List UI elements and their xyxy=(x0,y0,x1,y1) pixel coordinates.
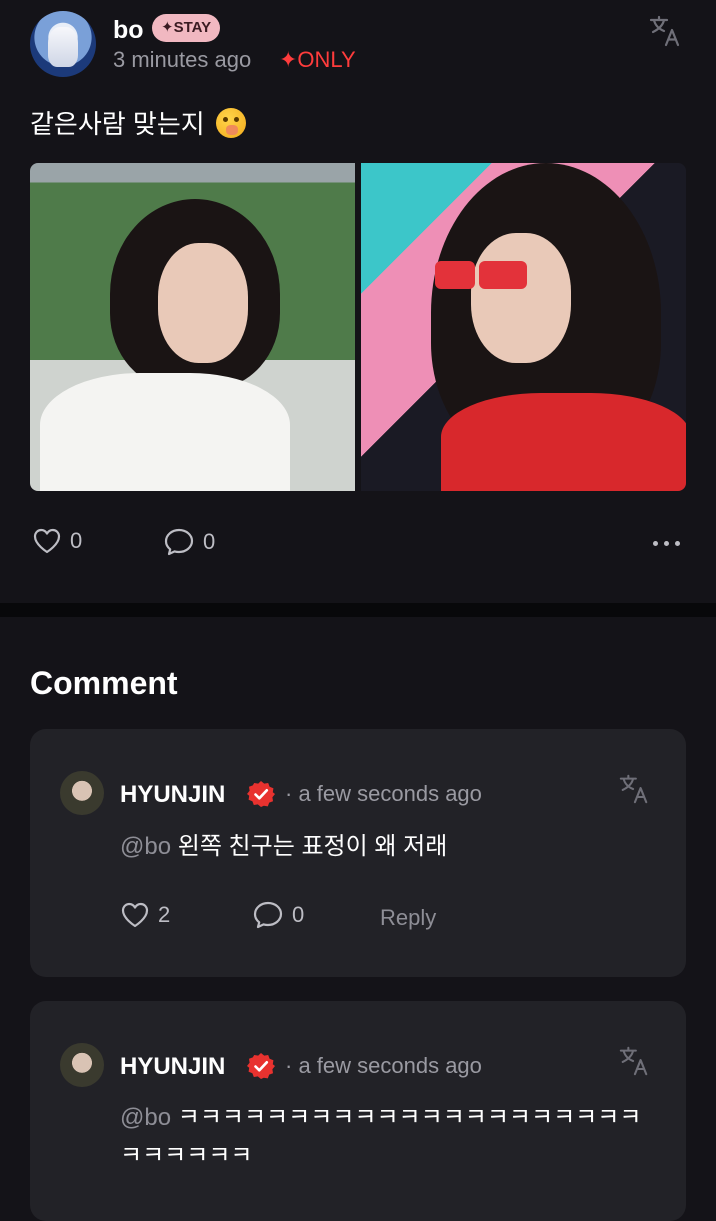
red-sunglasses xyxy=(435,261,475,289)
comment-text: @bo 왼쪽 친구는 표정이 왜 저래 xyxy=(120,828,650,866)
post-photo-left[interactable] xyxy=(30,163,355,491)
reply-button[interactable]: Reply xyxy=(380,905,436,931)
heart-icon xyxy=(121,902,149,928)
avatar[interactable] xyxy=(60,1043,104,1087)
comment-author[interactable]: HYUNJIN xyxy=(120,1053,225,1081)
dot xyxy=(675,541,680,546)
post-username[interactable]: bo xyxy=(113,16,144,45)
audience-label: ✦ONLY xyxy=(279,47,356,72)
like-count: 0 xyxy=(70,528,83,553)
translate-icon[interactable] xyxy=(618,773,650,805)
comment-bubble-icon xyxy=(253,901,283,929)
post-card: bo ✦STAY 3 minutes ago ✦ONLY 같은사람 맞는지 0 xyxy=(0,0,716,603)
post-actions: 0 0 xyxy=(0,527,716,563)
avatar[interactable] xyxy=(30,11,96,77)
comment-heading: Comment xyxy=(30,665,178,701)
section-divider xyxy=(0,603,716,617)
comment-bubble-icon xyxy=(164,528,194,556)
comment-button[interactable]: 0 xyxy=(163,527,215,557)
comment-text: @bo ㅋㅋㅋㅋㅋㅋㅋㅋㅋㅋㅋㅋㅋㅋㅋㅋㅋㅋㅋㅋㅋㅋㅋㅋㅋㅋㅋ xyxy=(120,1099,650,1175)
photo-figure-shirt xyxy=(441,393,686,491)
translate-icon[interactable] xyxy=(648,14,682,48)
post-time: 3 minutes ago xyxy=(113,47,252,72)
comment-card: HYUNJIN · a few seconds ago @bo ㅋㅋㅋㅋㅋㅋㅋㅋ… xyxy=(30,1001,686,1221)
comment-section: Comment HYUNJIN · a few seconds ago @bo … xyxy=(0,617,716,1221)
comment-like-count: 2 xyxy=(158,902,171,927)
translate-icon[interactable] xyxy=(618,1045,650,1077)
comment-time: · a few seconds ago xyxy=(285,781,482,806)
dot xyxy=(664,541,669,546)
comment-card: HYUNJIN · a few seconds ago @bo 왼쪽 친구는 표… xyxy=(30,729,686,977)
heart-icon xyxy=(33,528,61,554)
mention[interactable]: @bo xyxy=(120,1104,171,1131)
comment-reply-count-button[interactable]: 0 xyxy=(252,900,304,930)
photo-figure-face xyxy=(158,243,248,363)
mention[interactable]: @bo xyxy=(120,833,171,860)
post-text: 같은사람 맞는지 xyxy=(30,104,246,141)
dot xyxy=(653,541,658,546)
comment-author[interactable]: HYUNJIN xyxy=(120,781,225,809)
verified-badge-icon xyxy=(247,781,275,807)
comment-body: 왼쪽 친구는 표정이 왜 저래 xyxy=(177,833,448,860)
verified-badge-icon xyxy=(247,1053,275,1079)
post-text-content: 같은사람 맞는지 xyxy=(30,109,205,139)
photo-figure-shirt xyxy=(40,373,290,491)
red-sunglasses xyxy=(479,261,527,289)
comment-body: ㅋㅋㅋㅋㅋㅋㅋㅋㅋㅋㅋㅋㅋㅋㅋㅋㅋㅋㅋㅋㅋㅋㅋㅋㅋㅋㅋ xyxy=(120,1104,642,1169)
comment-reply-count: 0 xyxy=(292,902,305,927)
post-photo-right[interactable] xyxy=(361,163,686,491)
comment-like-button[interactable]: 2 xyxy=(120,901,170,929)
like-button[interactable]: 0 xyxy=(32,527,82,555)
stay-badge: ✦STAY xyxy=(152,14,221,42)
more-dots-icon[interactable] xyxy=(653,541,680,546)
comment-time: · a few seconds ago xyxy=(285,1053,482,1078)
comment-count: 0 xyxy=(203,529,216,554)
photo-figure-face xyxy=(471,233,571,363)
hand-over-mouth-emoji-icon xyxy=(215,108,246,138)
avatar[interactable] xyxy=(60,771,104,815)
